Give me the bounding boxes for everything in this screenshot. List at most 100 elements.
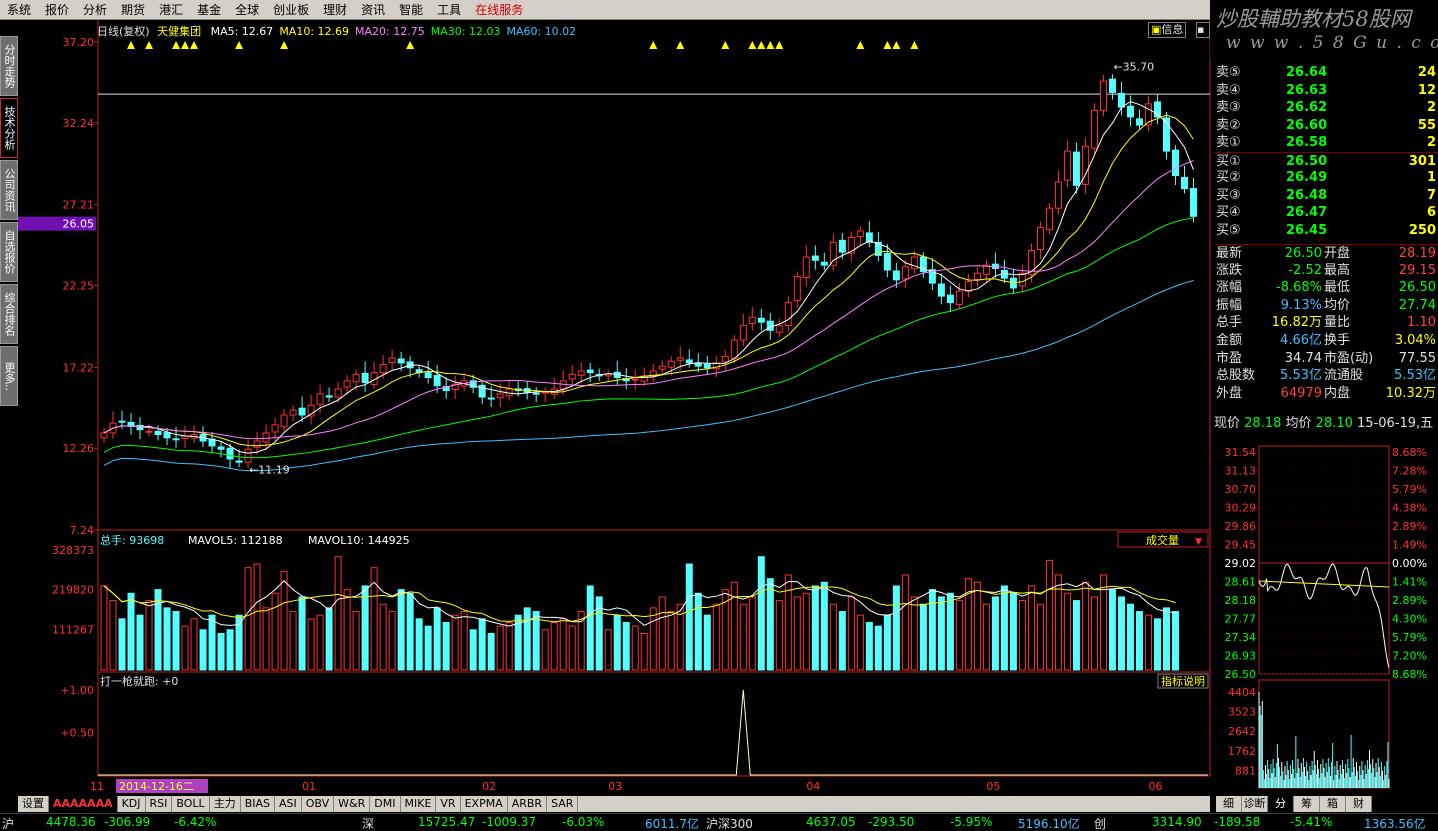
menu-item-11[interactable]: 工具 xyxy=(430,0,468,20)
side-tab-0[interactable]: 分时走势 xyxy=(0,36,18,96)
indicator-tab-6[interactable]: BIAS xyxy=(241,796,275,812)
indicator-tab-4[interactable]: BOLL xyxy=(172,796,210,812)
menu-item-7[interactable]: 创业板 xyxy=(266,0,316,20)
volume-bar xyxy=(928,589,936,671)
menu-item-4[interactable]: 港汇 xyxy=(152,0,190,20)
order-row[interactable]: 卖⑤ 26.64 24 xyxy=(1214,64,1438,81)
volume-bar xyxy=(1045,559,1053,671)
minute-tab-4[interactable]: 箱 xyxy=(1320,796,1346,812)
menu-item-2[interactable]: 分析 xyxy=(76,0,114,20)
stat-label: 市盈 xyxy=(1216,350,1243,366)
side-tab-1[interactable]: 技术分析 xyxy=(0,98,18,158)
minute-tab-3[interactable]: 筹 xyxy=(1294,796,1320,812)
indicator-help-button[interactable]: 指标说明 xyxy=(1157,673,1209,689)
volume-bar xyxy=(793,596,801,671)
minute-chart[interactable]: 31.54 8.68% 31.13 7.28% 30.70 5.79% 30.29 4.38%… xyxy=(1214,436,1438,796)
menu-item-10[interactable]: 智能 xyxy=(392,0,430,20)
volume-indicator-select[interactable]: 成交量 ▼ xyxy=(1117,531,1209,548)
stat-value: 77.55 xyxy=(1398,350,1436,366)
candle-body xyxy=(1126,105,1134,118)
minute-pct-tick: 7.20% xyxy=(1392,650,1427,663)
indicator-tab-10[interactable]: DMI xyxy=(370,796,401,812)
candle-body xyxy=(829,241,837,266)
menu-item-0[interactable]: 系统 xyxy=(0,0,38,20)
minute-pct-tick: 2.89% xyxy=(1392,520,1427,533)
order-row[interactable]: 卖② 26.60 55 xyxy=(1214,117,1438,134)
status-item-3: -6.42% xyxy=(174,815,217,829)
minute-pct-tick: 8.68% xyxy=(1392,446,1427,459)
minute-tab-0[interactable]: 细 xyxy=(1216,796,1242,812)
indicator-tab-9[interactable]: W&R xyxy=(334,796,371,812)
order-row[interactable]: 卖① 26.58 2 xyxy=(1214,134,1438,151)
minute-tab-2[interactable]: 分 xyxy=(1268,796,1294,812)
status-item-6: -1009.37 xyxy=(482,815,536,829)
volume-bar xyxy=(154,589,162,671)
order-price: 26.60 xyxy=(1286,117,1328,133)
menu-item-3[interactable]: 期货 xyxy=(114,0,152,20)
stat-value: 16.82万 xyxy=(1271,315,1322,331)
candle-body xyxy=(325,395,333,398)
menu-item-12[interactable]: 在线服务 xyxy=(468,0,530,20)
date-tick-label: 11 xyxy=(90,780,104,793)
order-row[interactable]: 买② 26.49 1 xyxy=(1214,169,1438,186)
order-row[interactable]: 买③ 26.48 7 xyxy=(1214,187,1438,204)
order-row[interactable]: 卖④ 26.63 12 xyxy=(1214,82,1438,99)
indicator-tick-label: +1.00 xyxy=(60,684,94,697)
volume-bar xyxy=(460,611,468,671)
kline-chart[interactable]: 37.20 32.24 27.21 22.25 17.22 12.26 7.24 26.05 ←… xyxy=(18,20,1212,796)
volume-bar xyxy=(1072,600,1080,671)
volume-bar xyxy=(352,611,360,671)
indicator-tab-3[interactable]: RSI xyxy=(146,796,173,812)
candle-body xyxy=(235,460,243,463)
indicator-tab-7[interactable]: ASI xyxy=(275,796,302,812)
menu-item-6[interactable]: 全球 xyxy=(228,0,266,20)
volume-tick-label: 111267 xyxy=(52,623,94,636)
side-tab-4[interactable]: 综合排名 xyxy=(0,284,18,344)
order-row[interactable]: 买④ 26.47 6 xyxy=(1214,204,1438,221)
indicator-tab-15[interactable]: SAR xyxy=(547,796,579,812)
indicator-tab-14[interactable]: ARBR xyxy=(508,796,548,812)
minute-tab-1[interactable]: 诊断 xyxy=(1242,796,1268,812)
indicator-help-label: 指标说明 xyxy=(1161,674,1205,688)
stat-label: 市盈(动) xyxy=(1324,350,1374,366)
date-tick-label: 05 xyxy=(986,780,1000,793)
side-tab-5[interactable]: 更多.. xyxy=(0,346,18,406)
stat-value: 64979 xyxy=(1280,385,1322,401)
menu-item-5[interactable]: 基金 xyxy=(190,0,228,20)
indicator-tab-11[interactable]: MIKE xyxy=(401,796,437,812)
stat-value: 10.32万 xyxy=(1385,385,1436,401)
volume-bar xyxy=(1009,592,1017,671)
candle-body xyxy=(748,316,756,324)
order-volume: 55 xyxy=(1417,117,1436,133)
order-row[interactable]: 卖③ 26.62 2 xyxy=(1214,99,1438,116)
candle-body xyxy=(937,283,945,297)
order-row[interactable]: 买⑤ 26.45 250 xyxy=(1214,222,1438,239)
order-level: 卖③ xyxy=(1216,100,1241,115)
candle-body xyxy=(1045,207,1053,231)
current-price-label: 26.05 xyxy=(63,218,95,231)
indicator-tab-2[interactable]: KDJ xyxy=(118,796,146,812)
indicator-tab-8[interactable]: OBV xyxy=(302,796,335,812)
indicator-tab-0[interactable]: 设置 xyxy=(18,796,49,812)
price-tick-label: 22.25 xyxy=(63,280,95,293)
menu-item-9[interactable]: 资讯 xyxy=(354,0,392,20)
minute-tab-5[interactable]: 财 xyxy=(1346,796,1372,812)
side-tab-2[interactable]: 公司资讯 xyxy=(0,160,18,220)
indicator-tab-13[interactable]: EXPMA xyxy=(461,796,508,812)
close-panel-button[interactable]: ▪ xyxy=(1196,22,1210,38)
stat-row: 外盘 64979 内盘 10.32万 xyxy=(1214,385,1438,402)
indicator-tab-12[interactable]: VR xyxy=(436,796,461,812)
volume-bar xyxy=(694,592,702,671)
menu-item-8[interactable]: 理财 xyxy=(316,0,354,20)
period-label[interactable]: 日线(复权) xyxy=(97,25,150,38)
indicator-tab-5[interactable]: 主力 xyxy=(210,796,241,812)
menu-item-1[interactable]: 报价 xyxy=(38,0,76,20)
side-tab-3[interactable]: 自选报价 xyxy=(0,222,18,282)
indicator-tab-1[interactable]: AAAAAAA xyxy=(49,796,118,812)
info-button[interactable]: ▣信息 xyxy=(1148,22,1187,38)
order-row[interactable]: 买① 26.50 301 xyxy=(1214,151,1438,169)
volume-bar xyxy=(424,625,432,671)
order-level: 买② xyxy=(1216,170,1241,185)
candle-body xyxy=(316,393,324,405)
volume-bar xyxy=(244,567,252,671)
